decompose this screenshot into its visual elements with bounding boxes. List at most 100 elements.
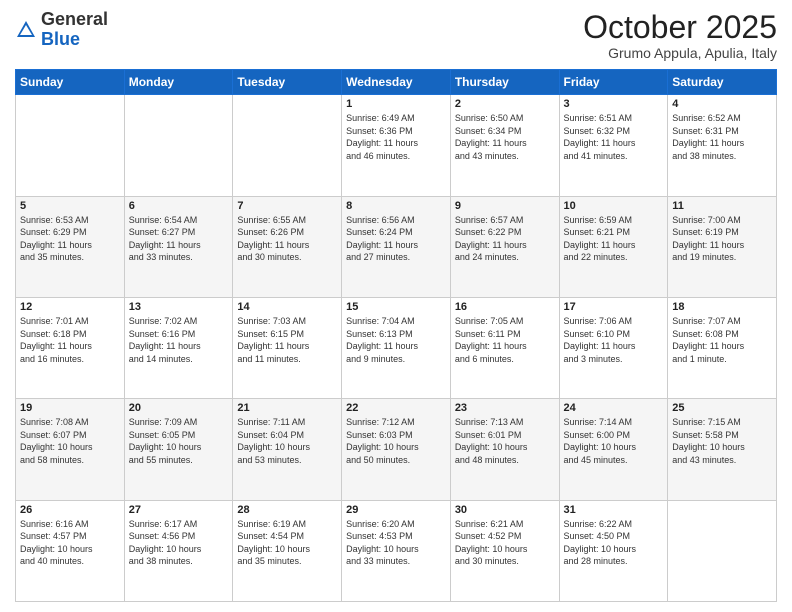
day-info: Sunrise: 6:51 AM Sunset: 6:32 PM Dayligh… [564,112,664,162]
day-info: Sunrise: 7:11 AM Sunset: 6:04 PM Dayligh… [237,416,337,466]
day-info: Sunrise: 6:53 AM Sunset: 6:29 PM Dayligh… [20,214,120,264]
calendar-cell: 1Sunrise: 6:49 AM Sunset: 6:36 PM Daylig… [342,95,451,196]
day-info: Sunrise: 6:56 AM Sunset: 6:24 PM Dayligh… [346,214,446,264]
day-info: Sunrise: 6:22 AM Sunset: 4:50 PM Dayligh… [564,518,664,568]
calendar-cell: 18 Sunrise: 7:07 AM Sunset: 6:08 PM Dayli… [668,297,777,398]
calendar-cell: 2 Sunrise: 6:50 AM Sunset: 6:34 PM Daylig… [450,95,559,196]
day-number: 22 [346,402,446,414]
day-info: Sunrise: 6:16 AM Sunset: 4:57 PM Dayligh… [20,518,120,568]
calendar-cell: 9 Sunrise: 6:57 AM Sunset: 6:22 PM Daylig… [450,196,559,297]
day-number: 28 [237,504,337,516]
calendar-day-header: Tuesday [233,70,342,95]
logo: General Blue [15,10,108,50]
calendar-day-header: Sunday [16,70,125,95]
day-number: 25 [672,402,772,414]
day-info: Sunrise: 6:57 AM Sunset: 6:22 PM Dayligh… [455,214,555,264]
calendar-cell: 26 Sunrise: 6:16 AM Sunset: 4:57 PM Dayli… [16,500,125,601]
calendar-cell: 5Sunrise: 6:53 AM Sunset: 6:29 PM Daylig… [16,196,125,297]
logo-blue: Blue [41,29,80,49]
day-info: Sunrise: 7:07 AM Sunset: 6:08 PM Dayligh… [672,315,772,365]
day-number: 9 [455,200,555,212]
calendar-header-row: SundayMondayTuesdayWednesdayThursdayFrid… [16,70,777,95]
day-number: 30 [455,504,555,516]
calendar-day-header: Friday [559,70,668,95]
day-number: 17 [564,301,664,313]
title-block: October 2025 Grumo Appula, Apulia, Italy [583,10,777,61]
calendar-day-header: Wednesday [342,70,451,95]
calendar-cell: 31 Sunrise: 6:22 AM Sunset: 4:50 PM Dayli… [559,500,668,601]
day-number: 31 [564,504,664,516]
calendar-cell: 22 Sunrise: 7:12 AM Sunset: 6:03 PM Dayli… [342,399,451,500]
calendar-table: SundayMondayTuesdayWednesdayThursdayFrid… [15,69,777,602]
day-info: Sunrise: 7:03 AM Sunset: 6:15 PM Dayligh… [237,315,337,365]
day-number: 23 [455,402,555,414]
day-info: Sunrise: 7:01 AM Sunset: 6:18 PM Dayligh… [20,315,120,365]
calendar-subtitle: Grumo Appula, Apulia, Italy [583,45,777,61]
calendar-cell: 21Sunrise: 7:11 AM Sunset: 6:04 PM Dayli… [233,399,342,500]
day-info: Sunrise: 6:21 AM Sunset: 4:52 PM Dayligh… [455,518,555,568]
day-number: 14 [237,301,337,313]
calendar-title: October 2025 [583,10,777,45]
day-info: Sunrise: 7:14 AM Sunset: 6:00 PM Dayligh… [564,416,664,466]
calendar-cell: 27Sunrise: 6:17 AM Sunset: 4:56 PM Dayli… [124,500,233,601]
day-number: 12 [20,301,120,313]
calendar-week-row: 26 Sunrise: 6:16 AM Sunset: 4:57 PM Dayli… [16,500,777,601]
calendar-cell: 20Sunrise: 7:09 AM Sunset: 6:05 PM Dayli… [124,399,233,500]
day-number: 6 [129,200,229,212]
calendar-cell: 24 Sunrise: 7:14 AM Sunset: 6:00 PM Dayli… [559,399,668,500]
day-number: 18 [672,301,772,313]
calendar-cell: 17 Sunrise: 7:06 AM Sunset: 6:10 PM Dayli… [559,297,668,398]
day-number: 15 [346,301,446,313]
day-number: 3 [564,98,664,110]
day-number: 19 [20,402,120,414]
day-number: 1 [346,98,446,110]
calendar-cell: 12 Sunrise: 7:01 AM Sunset: 6:18 PM Dayli… [16,297,125,398]
day-info: Sunrise: 7:12 AM Sunset: 6:03 PM Dayligh… [346,416,446,466]
day-info: Sunrise: 6:59 AM Sunset: 6:21 PM Dayligh… [564,214,664,264]
calendar-week-row: 12 Sunrise: 7:01 AM Sunset: 6:18 PM Dayli… [16,297,777,398]
day-number: 13 [129,301,229,313]
day-number: 26 [20,504,120,516]
day-info: Sunrise: 7:13 AM Sunset: 6:01 PM Dayligh… [455,416,555,466]
calendar-cell: 19 Sunrise: 7:08 AM Sunset: 6:07 PM Dayli… [16,399,125,500]
logo-general: General [41,9,108,29]
calendar-week-row: 5Sunrise: 6:53 AM Sunset: 6:29 PM Daylig… [16,196,777,297]
day-info: Sunrise: 7:02 AM Sunset: 6:16 PM Dayligh… [129,315,229,365]
day-info: Sunrise: 6:17 AM Sunset: 4:56 PM Dayligh… [129,518,229,568]
day-info: Sunrise: 6:20 AM Sunset: 4:53 PM Dayligh… [346,518,446,568]
day-info: Sunrise: 6:54 AM Sunset: 6:27 PM Dayligh… [129,214,229,264]
day-number: 24 [564,402,664,414]
day-info: Sunrise: 7:08 AM Sunset: 6:07 PM Dayligh… [20,416,120,466]
logo-icon [15,19,37,41]
day-info: Sunrise: 6:55 AM Sunset: 6:26 PM Dayligh… [237,214,337,264]
calendar-day-header: Monday [124,70,233,95]
calendar-cell: 4 Sunrise: 6:52 AM Sunset: 6:31 PM Daylig… [668,95,777,196]
calendar-cell [668,500,777,601]
day-info: Sunrise: 7:06 AM Sunset: 6:10 PM Dayligh… [564,315,664,365]
day-number: 8 [346,200,446,212]
calendar-cell [124,95,233,196]
calendar-cell: 28 Sunrise: 6:19 AM Sunset: 4:54 PM Dayli… [233,500,342,601]
calendar-cell: 13 Sunrise: 7:02 AM Sunset: 6:16 PM Dayli… [124,297,233,398]
day-info: Sunrise: 7:04 AM Sunset: 6:13 PM Dayligh… [346,315,446,365]
calendar-cell: 6 Sunrise: 6:54 AM Sunset: 6:27 PM Daylig… [124,196,233,297]
calendar-day-header: Saturday [668,70,777,95]
calendar-cell [16,95,125,196]
day-info: Sunrise: 6:19 AM Sunset: 4:54 PM Dayligh… [237,518,337,568]
day-info: Sunrise: 7:00 AM Sunset: 6:19 PM Dayligh… [672,214,772,264]
day-number: 11 [672,200,772,212]
day-number: 2 [455,98,555,110]
calendar-cell: 25 Sunrise: 7:15 AM Sunset: 5:58 PM Dayli… [668,399,777,500]
day-number: 4 [672,98,772,110]
calendar-cell: 10 Sunrise: 6:59 AM Sunset: 6:21 PM Dayli… [559,196,668,297]
day-number: 29 [346,504,446,516]
calendar-cell: 15 Sunrise: 7:04 AM Sunset: 6:13 PM Dayli… [342,297,451,398]
day-info: Sunrise: 7:15 AM Sunset: 5:58 PM Dayligh… [672,416,772,466]
day-number: 20 [129,402,229,414]
calendar-cell: 7Sunrise: 6:55 AM Sunset: 6:26 PM Daylig… [233,196,342,297]
calendar-week-row: 1Sunrise: 6:49 AM Sunset: 6:36 PM Daylig… [16,95,777,196]
calendar-day-header: Thursday [450,70,559,95]
day-number: 10 [564,200,664,212]
day-info: Sunrise: 6:52 AM Sunset: 6:31 PM Dayligh… [672,112,772,162]
day-info: Sunrise: 6:50 AM Sunset: 6:34 PM Dayligh… [455,112,555,162]
